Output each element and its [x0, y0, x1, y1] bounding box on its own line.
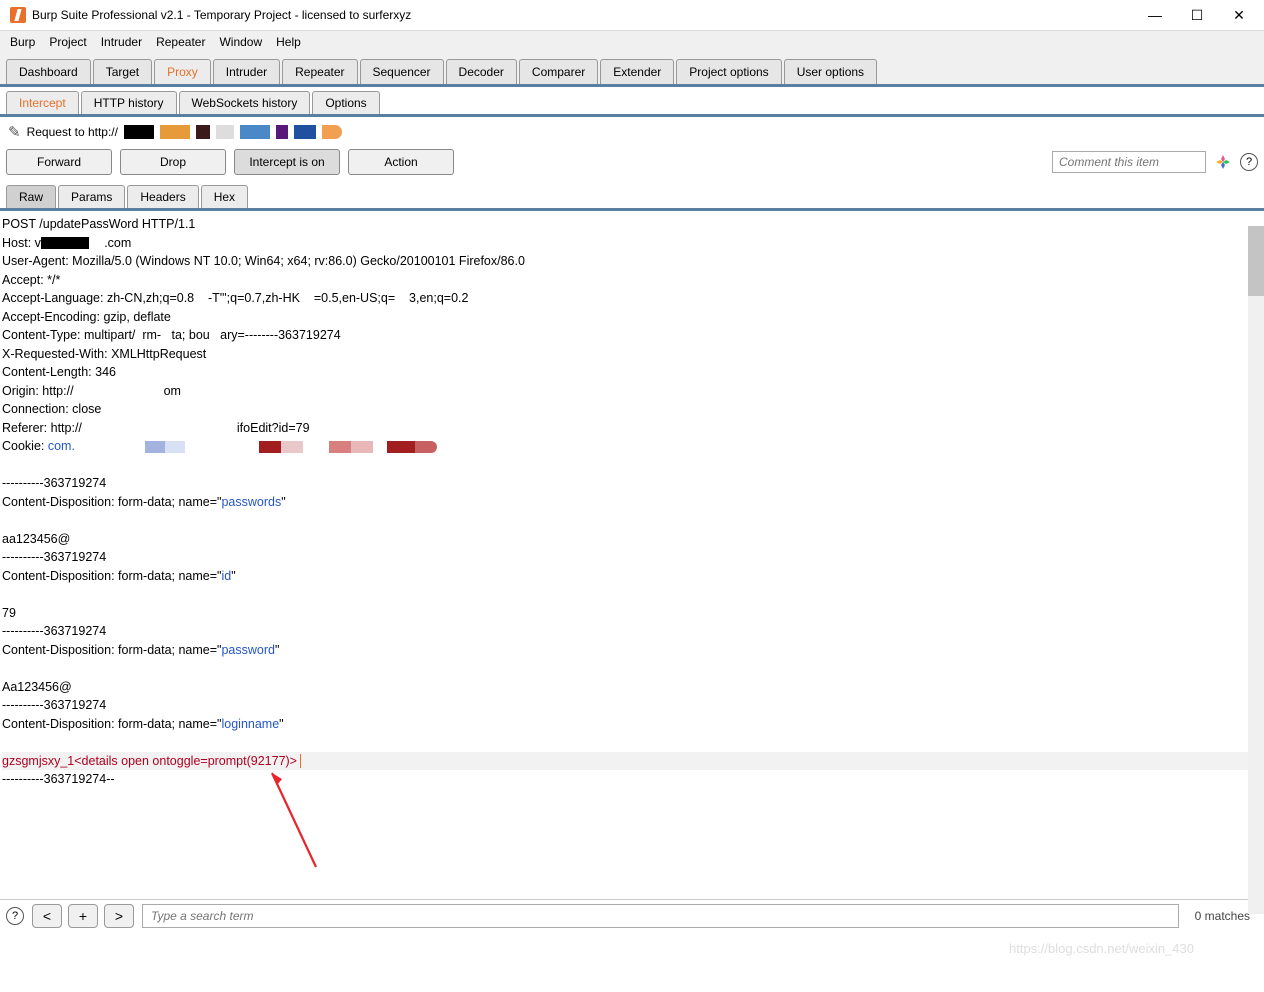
content-disposition: Content-Disposition: form-data; name="pa…	[2, 493, 1262, 512]
scrollbar-thumb[interactable]	[1248, 226, 1264, 296]
intercept-toggle-button[interactable]: Intercept is on	[234, 149, 340, 175]
tab-sequencer[interactable]: Sequencer	[360, 59, 444, 84]
req-referer: Referer: http://ifoEdit?id=79	[2, 419, 1262, 438]
boundary: ----------363719274	[2, 696, 1262, 715]
req-accept-language: Accept-Language: zh-CN,zh;q=0.8 -T"';q=0…	[2, 289, 1262, 308]
form-value-id: 79	[2, 604, 1262, 623]
search-add-button[interactable]: +	[68, 904, 98, 928]
req-accept-encoding: Accept-Encoding: gzip, deflate	[2, 308, 1262, 327]
req-user-agent: User-Agent: Mozilla/5.0 (Windows NT 10.0…	[2, 252, 1262, 271]
blank	[2, 733, 1262, 752]
app-icon	[10, 7, 26, 23]
search-prev-button[interactable]: <	[32, 904, 62, 928]
redacted	[160, 125, 190, 139]
viewtab-params[interactable]: Params	[58, 185, 125, 208]
menu-help[interactable]: Help	[276, 35, 301, 49]
close-button[interactable]: ✕	[1232, 8, 1246, 22]
viewtab-raw[interactable]: Raw	[6, 185, 56, 208]
blank	[2, 659, 1262, 678]
drop-button[interactable]: Drop	[120, 149, 226, 175]
menu-burp[interactable]: Burp	[10, 35, 35, 49]
subtab-http-history[interactable]: HTTP history	[81, 91, 177, 114]
redacted	[240, 125, 270, 139]
minimize-button[interactable]: —	[1148, 8, 1162, 22]
main-tabs: Dashboard Target Proxy Intruder Repeater…	[0, 55, 1264, 87]
window-title: Burp Suite Professional v2.1 - Temporary…	[32, 8, 1148, 22]
redacted	[294, 125, 316, 139]
blank	[2, 585, 1262, 604]
blank	[2, 456, 1262, 475]
tab-dashboard[interactable]: Dashboard	[6, 59, 91, 84]
req-line: POST /updatePassWord HTTP/1.1	[2, 215, 1262, 234]
req-host: Host: vill .com	[2, 234, 1262, 253]
annotation-arrow-icon	[262, 763, 322, 873]
content-disposition: Content-Disposition: form-data; name="id…	[2, 567, 1262, 586]
boundary: ----------363719274	[2, 474, 1262, 493]
content-disposition: Content-Disposition: form-data; name="pa…	[2, 641, 1262, 660]
redacted	[196, 125, 210, 139]
req-connection: Connection: close	[2, 400, 1262, 419]
req-accept: Accept: */*	[2, 271, 1262, 290]
boundary: ----------363719274	[2, 622, 1262, 641]
tab-decoder[interactable]: Decoder	[446, 59, 517, 84]
tab-extender[interactable]: Extender	[600, 59, 674, 84]
raw-request-editor[interactable]: POST /updatePassWord HTTP/1.1 Host: vill…	[0, 211, 1264, 899]
subtab-intercept[interactable]: Intercept	[6, 91, 79, 114]
form-value-passwords: aa123456@	[2, 530, 1262, 549]
viewtab-headers[interactable]: Headers	[127, 185, 198, 208]
req-content-type: Content-Type: multipart/ rm- ta; bou ary…	[2, 326, 1262, 345]
form-value-loginname: gzsgmjsxy_1<details open ontoggle=prompt…	[2, 752, 1262, 771]
forward-button[interactable]: Forward	[6, 149, 112, 175]
content-disposition: Content-Disposition: form-data; name="lo…	[2, 715, 1262, 734]
tab-repeater[interactable]: Repeater	[282, 59, 357, 84]
subtab-options[interactable]: Options	[312, 91, 379, 114]
menu-intruder[interactable]: Intruder	[101, 35, 142, 49]
maximize-button[interactable]: ☐	[1190, 8, 1204, 22]
blank	[2, 511, 1262, 530]
redacted	[216, 125, 234, 139]
view-tabs: Raw Params Headers Hex	[0, 183, 1264, 211]
menu-repeater[interactable]: Repeater	[156, 35, 205, 49]
highlight-color-icon[interactable]	[1214, 153, 1232, 171]
scrollbar-track[interactable]	[1248, 226, 1264, 914]
form-value-password: Aa123456@	[2, 678, 1262, 697]
request-target-label: Request to http://	[27, 125, 118, 139]
menubar: Burp Project Intruder Repeater Window He…	[0, 30, 1264, 55]
req-origin: Origin: http://om	[2, 382, 1262, 401]
proxy-sub-tabs: Intercept HTTP history WebSockets histor…	[0, 87, 1264, 117]
request-target-row: Request to http://	[0, 117, 1264, 147]
search-input[interactable]	[142, 904, 1179, 928]
req-content-length: Content-Length: 346	[2, 363, 1262, 382]
tab-user-options[interactable]: User options	[784, 59, 877, 84]
req-x-requested-with: X-Requested-With: XMLHttpRequest	[2, 345, 1262, 364]
subtab-websockets-history[interactable]: WebSockets history	[179, 91, 311, 114]
watermark: https://blog.csdn.net/weixin_430	[1009, 941, 1194, 956]
boundary-end: ----------363719274--	[2, 770, 1262, 789]
action-button[interactable]: Action	[348, 149, 454, 175]
menu-project[interactable]: Project	[49, 35, 86, 49]
help-icon[interactable]: ?	[1240, 153, 1258, 171]
redacted	[124, 125, 154, 139]
redacted	[322, 125, 342, 139]
search-next-button[interactable]: >	[104, 904, 134, 928]
tab-proxy[interactable]: Proxy	[154, 59, 211, 84]
tab-comparer[interactable]: Comparer	[519, 59, 598, 84]
comment-input[interactable]	[1052, 151, 1206, 173]
help-icon[interactable]: ?	[6, 907, 24, 925]
window-controls: — ☐ ✕	[1148, 8, 1260, 22]
req-cookie: Cookie: com.	[2, 437, 1262, 456]
redacted	[276, 125, 288, 139]
edit-icon[interactable]	[8, 123, 21, 141]
search-bar: ? < + > 0 matches	[0, 899, 1264, 932]
menu-window[interactable]: Window	[219, 35, 262, 49]
titlebar: Burp Suite Professional v2.1 - Temporary…	[0, 0, 1264, 30]
tab-intruder[interactable]: Intruder	[213, 59, 280, 84]
boundary: ----------363719274	[2, 548, 1262, 567]
intercept-buttons: Forward Drop Intercept is on Action ?	[0, 147, 1264, 183]
viewtab-hex[interactable]: Hex	[201, 185, 248, 208]
tab-target[interactable]: Target	[93, 59, 152, 84]
tab-project-options[interactable]: Project options	[676, 59, 781, 84]
